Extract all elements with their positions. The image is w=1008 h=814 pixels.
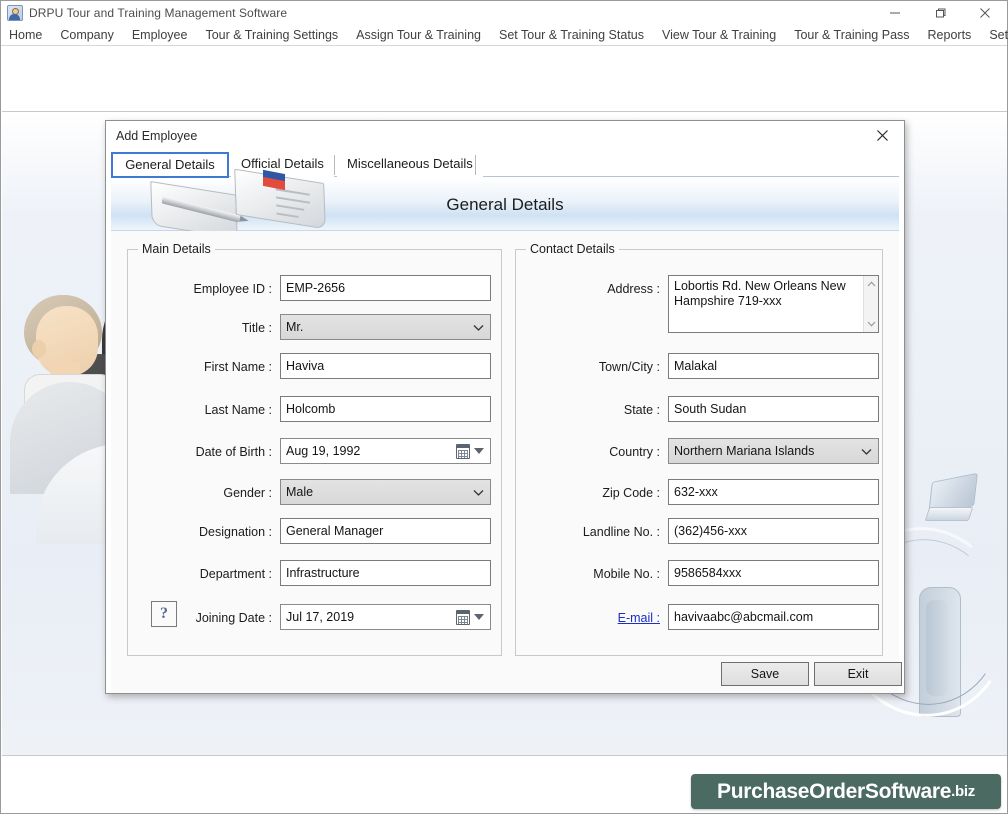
menu-item-home[interactable]: Home <box>1 25 51 45</box>
application-window: DRPU Tour and Training Management Softwa… <box>0 0 1008 814</box>
landline-input[interactable] <box>668 518 879 544</box>
joining-date-value: Jul 17, 2019 <box>286 610 355 624</box>
last-name-label: Last Name : <box>204 403 272 417</box>
background-highlight <box>472 782 682 813</box>
dialog-title: Add Employee <box>116 128 198 143</box>
gender-select[interactable]: Male <box>280 479 491 505</box>
maximize-icon[interactable] <box>917 1 962 25</box>
gender-label: Gender : <box>223 486 272 500</box>
save-button[interactable]: Save <box>721 662 809 686</box>
dialog-close-icon[interactable] <box>860 121 904 150</box>
last-name-input[interactable] <box>280 396 491 422</box>
employee-id-label: Employee ID : <box>193 282 272 296</box>
date-of-birth-value: Aug 19, 1992 <box>286 444 361 458</box>
country-label: Country : <box>609 445 660 459</box>
calendar-icon <box>456 610 470 625</box>
address-scrollbar[interactable] <box>863 276 878 332</box>
menu-item-settings[interactable]: Settings <box>980 25 1008 45</box>
title-bar: DRPU Tour and Training Management Softwa… <box>1 1 1007 25</box>
department-label: Department : <box>199 567 272 581</box>
menu-bar: Home Company Employee Tour & Training Se… <box>1 25 1008 46</box>
menu-item-company[interactable]: Company <box>51 25 123 45</box>
minimize-icon[interactable] <box>872 1 917 25</box>
menu-item-set-tour-training-status[interactable]: Set Tour & Training Status <box>490 25 653 45</box>
menu-item-employee[interactable]: Employee <box>123 25 197 45</box>
email-input[interactable] <box>668 604 879 630</box>
chevron-down-icon <box>473 315 484 339</box>
watermark-tld: .biz <box>951 783 975 800</box>
question-mark-icon: ? <box>160 605 168 622</box>
scroll-up-icon[interactable] <box>867 279 876 289</box>
state-label: State : <box>623 403 660 417</box>
address-label: Address : <box>607 282 660 296</box>
designation-label: Designation : <box>199 525 272 539</box>
state-input[interactable] <box>668 396 879 422</box>
close-icon[interactable] <box>962 1 1007 25</box>
dialog-body: Main Details Employee ID : Title : Mr. <box>111 231 902 693</box>
email-label-link[interactable]: E-mail : <box>618 611 660 625</box>
banner-title: General Details <box>446 194 564 214</box>
mobile-input[interactable] <box>668 560 879 586</box>
watermark-text: PurchaseOrderSoftware <box>717 779 952 803</box>
date-of-birth-picker[interactable]: Aug 19, 1992 <box>280 438 491 464</box>
app-title: DRPU Tour and Training Management Softwa… <box>29 6 288 20</box>
country-select[interactable]: Northern Mariana Islands <box>668 438 879 464</box>
tab-miscellaneous-details[interactable]: Miscellaneous Details <box>337 153 483 177</box>
menu-item-tour-training-pass[interactable]: Tour & Training Pass <box>785 25 918 45</box>
main-details-legend: Main Details <box>138 242 215 256</box>
chevron-down-icon <box>474 614 484 620</box>
country-select-value: Northern Mariana Islands <box>674 444 815 458</box>
exit-button[interactable]: Exit <box>814 662 902 686</box>
email-label-wrap: E-mail : <box>538 604 660 632</box>
joining-date-picker[interactable]: Jul 17, 2019 <box>280 604 491 630</box>
menu-item-reports[interactable]: Reports <box>919 25 981 45</box>
town-city-label: Town/City : <box>598 360 660 374</box>
employee-id-input[interactable] <box>280 275 491 301</box>
watermark-badge: PurchaseOrderSoftware .biz <box>691 774 1001 809</box>
title-select-value: Mr. <box>286 320 304 334</box>
zip-code-input[interactable] <box>668 479 879 505</box>
help-button[interactable]: ? <box>151 601 177 627</box>
chevron-down-icon <box>473 480 484 504</box>
calendar-icon <box>456 444 470 459</box>
address-value: Lobortis Rd. New Orleans New Hampshire 7… <box>674 279 850 308</box>
gender-select-value: Male <box>286 485 314 499</box>
address-textarea[interactable]: Lobortis Rd. New Orleans New Hampshire 7… <box>668 275 879 333</box>
window-controls <box>872 1 1007 25</box>
menu-item-view-tour-training[interactable]: View Tour & Training <box>653 25 785 45</box>
main-details-group: Main Details Employee ID : Title : Mr. <box>127 242 502 656</box>
mobile-label: Mobile No. : <box>593 567 660 581</box>
title-label: Title : <box>241 321 272 335</box>
designation-input[interactable] <box>280 518 491 544</box>
title-select[interactable]: Mr. <box>280 314 491 340</box>
menu-item-tour-training-settings[interactable]: Tour & Training Settings <box>196 25 347 45</box>
contact-details-group: Contact Details Address : Lobortis Rd. N… <box>515 242 883 656</box>
first-name-input[interactable] <box>280 353 491 379</box>
department-input[interactable] <box>280 560 491 586</box>
zip-code-label: Zip Code : <box>602 486 660 500</box>
landline-label: Landline No. : <box>582 525 660 539</box>
date-of-birth-label: Date of Birth : <box>195 445 272 459</box>
dialog-banner: General Details <box>111 168 899 239</box>
dialog-title-bar: Add Employee <box>106 121 904 150</box>
chevron-down-icon <box>861 439 872 463</box>
menu-item-assign-tour-training[interactable]: Assign Tour & Training <box>347 25 490 45</box>
contact-details-legend: Contact Details <box>526 242 619 256</box>
first-name-label: First Name : <box>203 360 272 374</box>
scroll-down-icon[interactable] <box>867 319 876 329</box>
town-city-input[interactable] <box>668 353 879 379</box>
add-employee-dialog: Add Employee General Details Official De… <box>105 120 905 694</box>
chevron-down-icon <box>474 448 484 454</box>
person-app-icon <box>7 5 23 21</box>
